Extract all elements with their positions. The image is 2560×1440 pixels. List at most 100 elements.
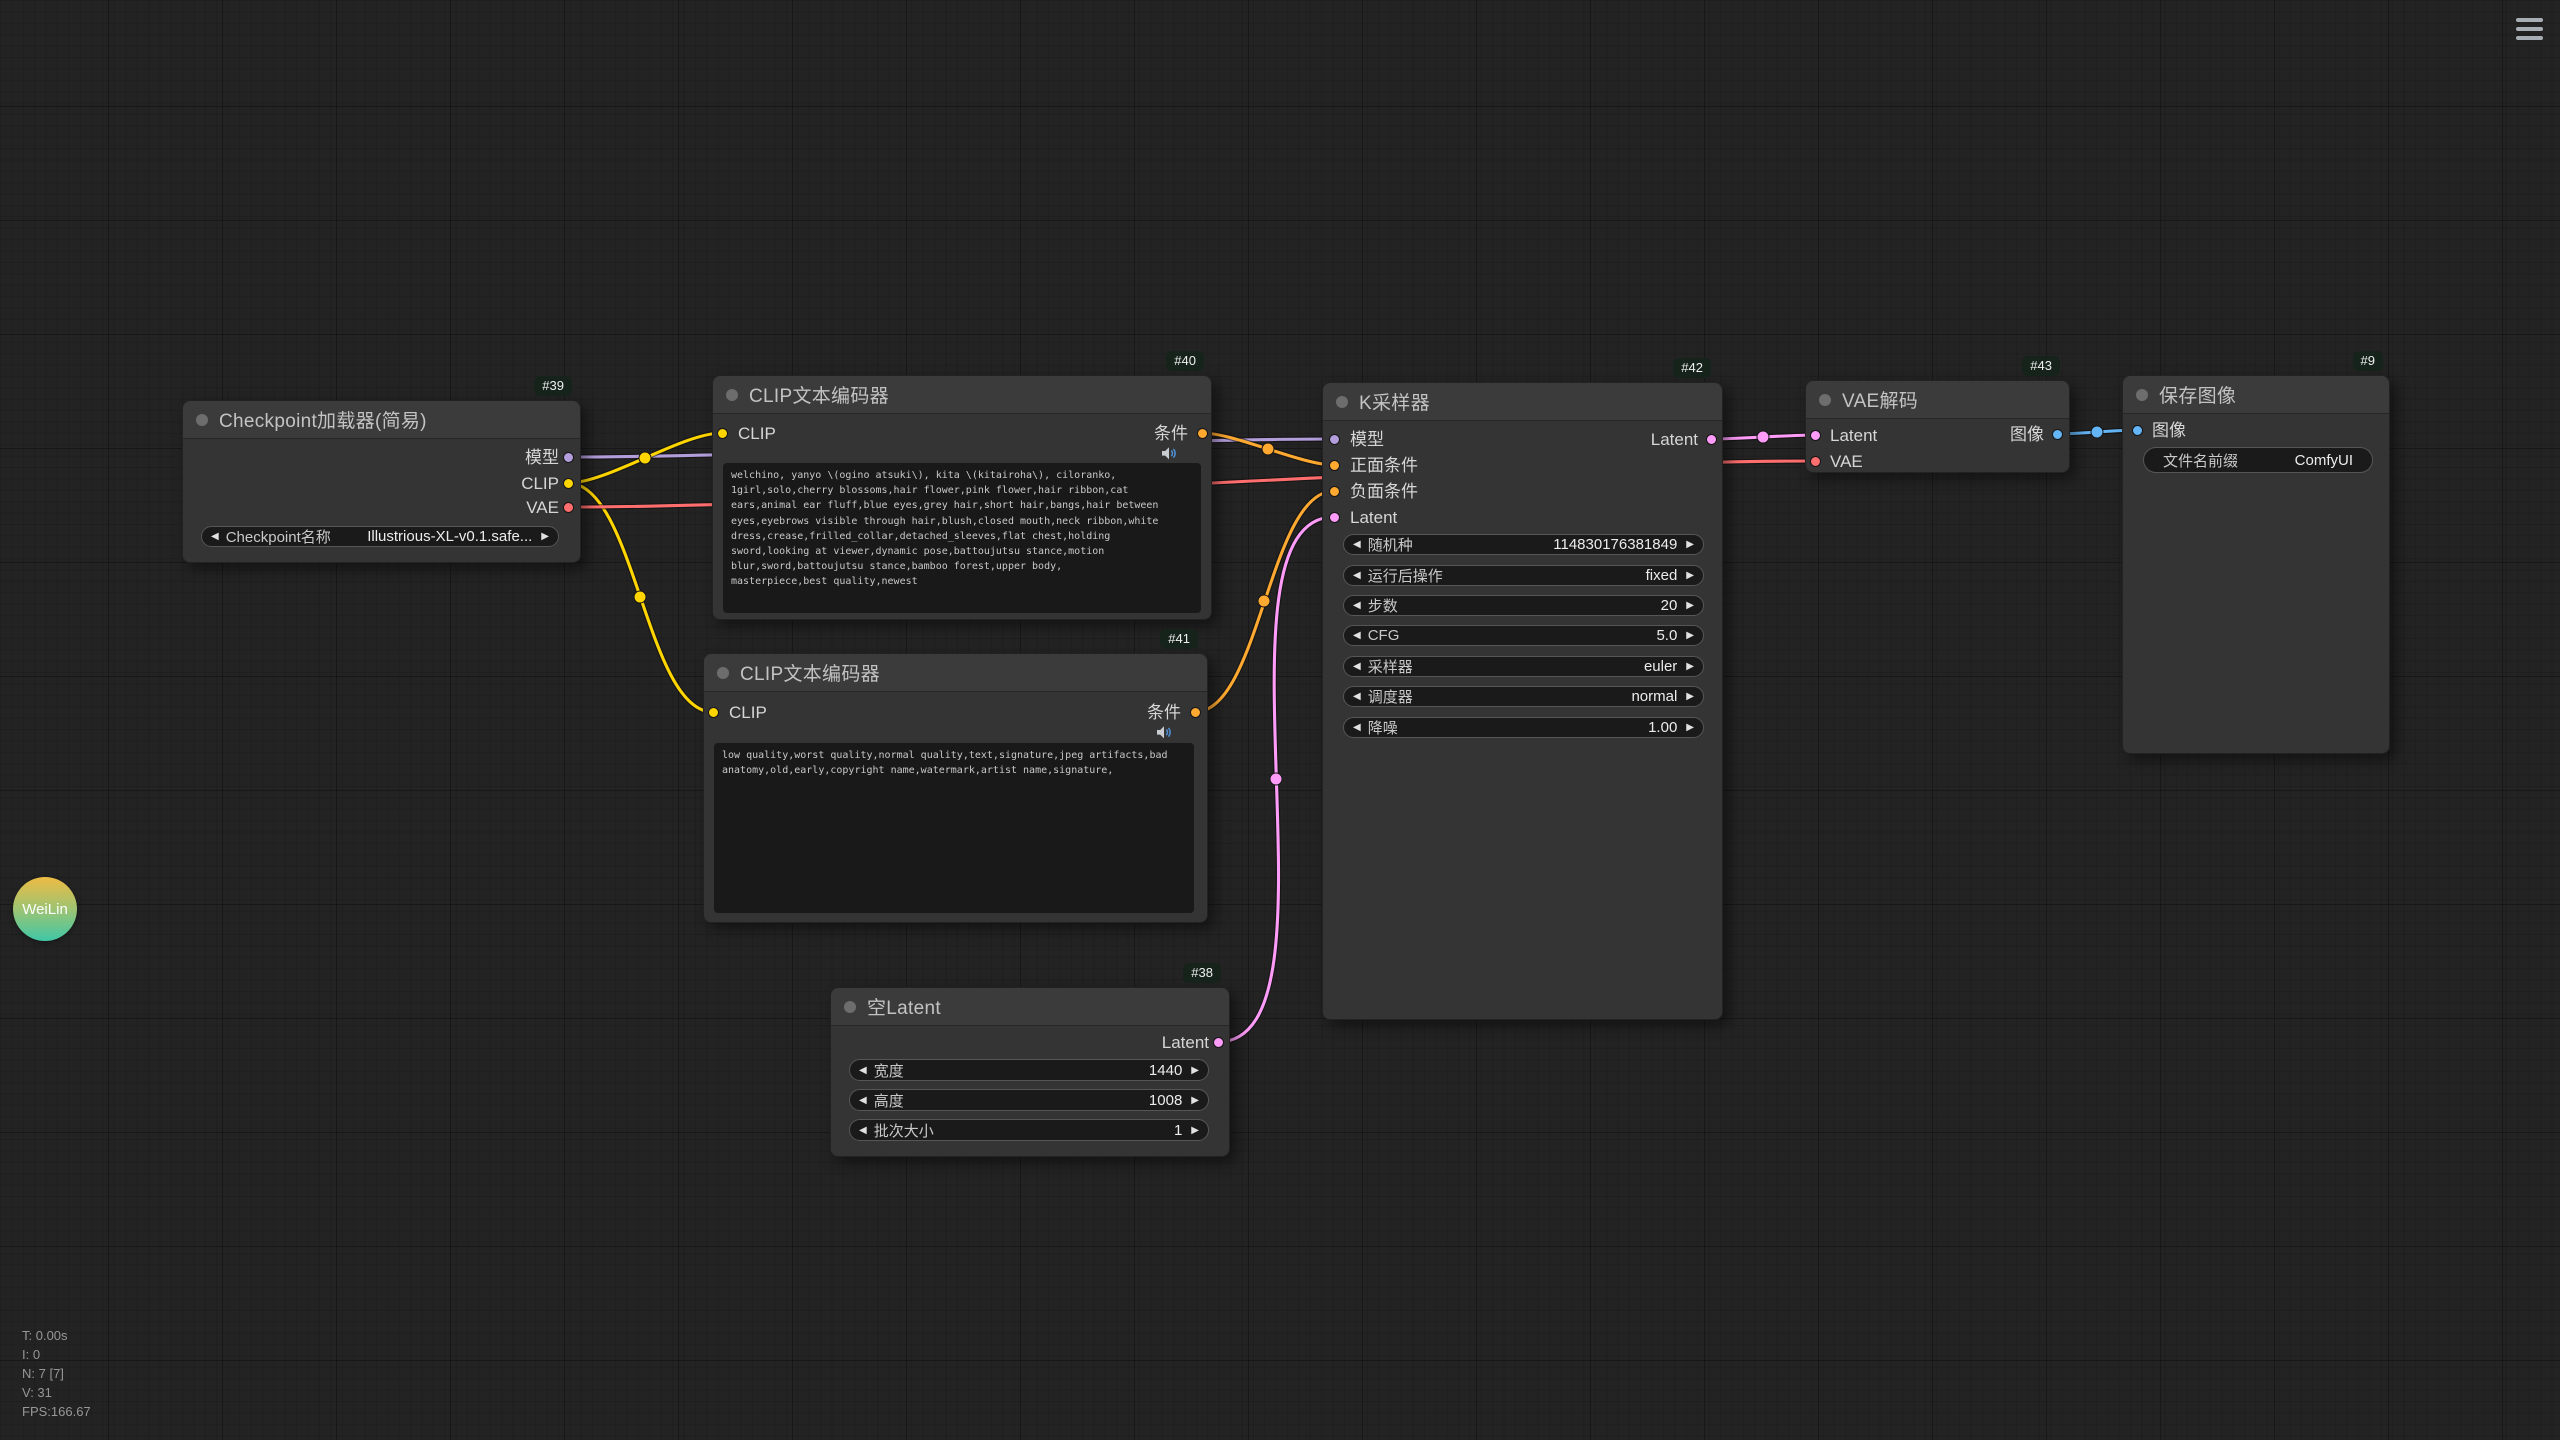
widget-batch-size[interactable]: ◀ 批次大小 1 ▶ xyxy=(849,1119,1209,1141)
node-vae-decode[interactable]: #43 VAE解码 Latent VAE 图像 xyxy=(1805,380,2070,473)
node-empty-latent[interactable]: #38 空Latent Latent ◀ 宽度 1440 ▶ ◀ 高度 1008… xyxy=(830,987,1230,1157)
stepper-left-arrow-icon[interactable]: ◀ xyxy=(1353,539,1361,550)
collapse-dot-icon[interactable] xyxy=(717,667,729,679)
widget-height[interactable]: ◀ 高度 1008 ▶ xyxy=(849,1089,1209,1111)
widget-checkpoint-name[interactable]: ◀ Checkpoint名称 Illustrious-XL-v0.1.safe.… xyxy=(201,526,559,547)
stepper-left-arrow-icon[interactable]: ◀ xyxy=(1353,661,1361,672)
combo-left-arrow-icon[interactable]: ◀ xyxy=(211,531,219,542)
comfyui-canvas[interactable]: { "colors": { "model": "#B39DDB", "clip"… xyxy=(0,0,2560,1440)
node-titlebar[interactable]: Checkpoint加载器(简易) xyxy=(183,401,580,439)
stepper-left-arrow-icon[interactable]: ◀ xyxy=(1353,570,1361,581)
widget-sampler-name[interactable]: ◀ 采样器 euler ▶ xyxy=(1343,656,1704,677)
widget-control-after-generate[interactable]: ◀ 运行后操作 fixed ▶ xyxy=(1343,565,1704,586)
output-label-conditioning: 条件 xyxy=(1147,703,1181,723)
node-titlebar[interactable]: 空Latent xyxy=(831,988,1229,1026)
input-port-vae[interactable] xyxy=(1810,456,1821,467)
widget-label: 文件名前缀 xyxy=(2163,450,2238,471)
node-clip-encode-positive[interactable]: #40 CLIP文本编码器 CLIP 条件 welchino, yanyo \(… xyxy=(712,375,1212,620)
input-label-positive: 正面条件 xyxy=(1350,456,1418,476)
input-label-image: 图像 xyxy=(2152,421,2186,441)
widget-steps[interactable]: ◀ 步数 20 ▶ xyxy=(1343,595,1704,616)
input-port-clip[interactable] xyxy=(708,707,719,718)
stepper-left-arrow-icon[interactable]: ◀ xyxy=(1353,691,1361,702)
node-titlebar[interactable]: CLIP文本编码器 xyxy=(713,376,1211,414)
link-dot-clip-positive[interactable] xyxy=(639,452,651,464)
link-dot-latent-in[interactable] xyxy=(1270,773,1282,785)
node-title: Checkpoint加载器(简易) xyxy=(219,406,427,433)
output-port-conditioning[interactable] xyxy=(1197,428,1208,439)
output-port-model[interactable] xyxy=(563,452,574,463)
collapse-dot-icon[interactable] xyxy=(196,414,208,426)
collapse-dot-icon[interactable] xyxy=(2136,389,2148,401)
output-port-clip[interactable] xyxy=(563,478,574,489)
widget-filename-prefix[interactable]: 文件名前缀 ComfyUI xyxy=(2143,447,2373,473)
link-dot-clip-negative[interactable] xyxy=(634,591,646,603)
node-ksampler[interactable]: #42 K采样器 模型 正面条件 负面条件 Latent Latent ◀ 随机… xyxy=(1322,382,1723,1020)
link-dot-cond-negative[interactable] xyxy=(1258,595,1270,607)
input-port-negative[interactable] xyxy=(1329,486,1340,497)
hamburger-menu-icon[interactable] xyxy=(2516,18,2543,45)
stepper-left-arrow-icon[interactable]: ◀ xyxy=(1353,722,1361,733)
output-port-latent[interactable] xyxy=(1706,434,1717,445)
output-port-latent[interactable] xyxy=(1213,1037,1224,1048)
node-id-badge: #40 xyxy=(1166,351,1204,371)
stepper-left-arrow-icon[interactable]: ◀ xyxy=(859,1065,867,1076)
link-dot-latent-out[interactable] xyxy=(1757,431,1769,443)
stepper-right-arrow-icon[interactable]: ▶ xyxy=(1686,630,1694,641)
widget-value: 1 xyxy=(1174,1122,1182,1139)
stepper-right-arrow-icon[interactable]: ▶ xyxy=(1191,1065,1199,1076)
stepper-right-arrow-icon[interactable]: ▶ xyxy=(1686,722,1694,733)
input-port-image[interactable] xyxy=(2132,425,2143,436)
node-titlebar[interactable]: CLIP文本编码器 xyxy=(704,654,1207,692)
node-save-image[interactable]: #9 保存图像 图像 文件名前缀 ComfyUI xyxy=(2122,375,2390,754)
prompt-textarea-positive[interactable]: welchino, yanyo \(ogino atsuki\), kita \… xyxy=(723,463,1201,613)
stepper-right-arrow-icon[interactable]: ▶ xyxy=(1686,691,1694,702)
stepper-right-arrow-icon[interactable]: ▶ xyxy=(1686,661,1694,672)
stepper-right-arrow-icon[interactable]: ▶ xyxy=(1686,600,1694,611)
stepper-left-arrow-icon[interactable]: ◀ xyxy=(859,1125,867,1136)
node-title: K采样器 xyxy=(1359,388,1430,415)
widget-seed[interactable]: ◀ 随机种 114830176381849 ▶ xyxy=(1343,534,1704,555)
input-port-model[interactable] xyxy=(1329,434,1340,445)
output-label-conditioning: 条件 xyxy=(1154,424,1188,444)
input-port-clip[interactable] xyxy=(717,428,728,439)
speaker-icon[interactable] xyxy=(1161,446,1178,461)
collapse-dot-icon[interactable] xyxy=(726,389,738,401)
stepper-right-arrow-icon[interactable]: ▶ xyxy=(1191,1095,1199,1106)
node-titlebar[interactable]: 保存图像 xyxy=(2123,376,2389,414)
stepper-left-arrow-icon[interactable]: ◀ xyxy=(1353,600,1361,611)
input-port-latent[interactable] xyxy=(1329,512,1340,523)
link-dot-cond-positive[interactable] xyxy=(1262,443,1274,455)
node-id-badge: #9 xyxy=(2353,351,2383,371)
stepper-right-arrow-icon[interactable]: ▶ xyxy=(1191,1125,1199,1136)
stepper-left-arrow-icon[interactable]: ◀ xyxy=(1353,630,1361,641)
widget-width[interactable]: ◀ 宽度 1440 ▶ xyxy=(849,1059,1209,1081)
output-port-vae[interactable] xyxy=(563,502,574,513)
speaker-icon[interactable] xyxy=(1156,725,1173,740)
input-port-latent[interactable] xyxy=(1810,430,1821,441)
node-checkpoint-loader[interactable]: #39 Checkpoint加载器(简易) 模型 CLIP VAE ◀ Chec… xyxy=(182,400,581,563)
weilin-logo-button[interactable]: WeiLin xyxy=(13,877,77,941)
widget-cfg[interactable]: ◀ CFG 5.0 ▶ xyxy=(1343,625,1704,646)
link-dot-image[interactable] xyxy=(2091,426,2103,438)
node-id-badge: #43 xyxy=(2022,356,2060,376)
node-clip-encode-negative[interactable]: #41 CLIP文本编码器 CLIP 条件 low quality,worst … xyxy=(703,653,1208,923)
stat-line-time: T: 0.00s xyxy=(22,1326,91,1345)
stepper-right-arrow-icon[interactable]: ▶ xyxy=(1686,570,1694,581)
combo-right-arrow-icon[interactable]: ▶ xyxy=(541,531,549,542)
stepper-left-arrow-icon[interactable]: ◀ xyxy=(859,1095,867,1106)
stepper-right-arrow-icon[interactable]: ▶ xyxy=(1686,539,1694,550)
input-port-positive[interactable] xyxy=(1329,460,1340,471)
node-titlebar[interactable]: VAE解码 xyxy=(1806,381,2069,419)
prompt-textarea-negative[interactable]: low quality,worst quality,normal quality… xyxy=(714,743,1194,913)
widget-scheduler[interactable]: ◀ 调度器 normal ▶ xyxy=(1343,686,1704,707)
node-id-badge: #42 xyxy=(1673,358,1711,378)
widget-denoise[interactable]: ◀ 降噪 1.00 ▶ xyxy=(1343,717,1704,738)
node-titlebar[interactable]: K采样器 xyxy=(1323,383,1722,421)
collapse-dot-icon[interactable] xyxy=(844,1001,856,1013)
stat-line-version: V: 31 xyxy=(22,1383,91,1402)
collapse-dot-icon[interactable] xyxy=(1819,394,1831,406)
output-port-conditioning[interactable] xyxy=(1190,707,1201,718)
collapse-dot-icon[interactable] xyxy=(1336,396,1348,408)
output-port-image[interactable] xyxy=(2052,429,2063,440)
